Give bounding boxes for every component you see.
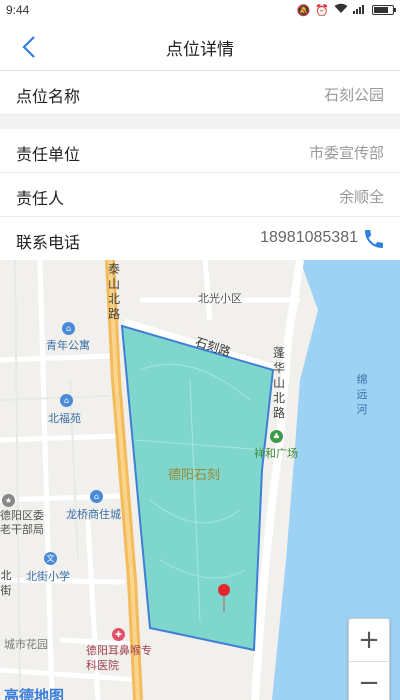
location-marker[interactable]: [218, 584, 230, 596]
contact-phone-value[interactable]: 18981085381: [260, 229, 358, 247]
map-label-hospital[interactable]: 德阳耳鼻喉专科医院: [86, 643, 152, 673]
responsible-person-row: 责任人 余顺全: [0, 173, 400, 217]
apartment-icon: ⌂: [62, 322, 75, 335]
map-label-beifu[interactable]: 北福苑: [48, 410, 81, 426]
responsible-person-label: 责任人: [16, 189, 65, 208]
zoom-out-button[interactable]: −: [349, 661, 389, 700]
park-icon: ♣: [270, 430, 283, 443]
contact-phone-label: 联系电话: [16, 233, 81, 252]
status-time: 9:44: [6, 3, 30, 17]
section-divider: [0, 115, 400, 129]
map-label-beijie-school[interactable]: 北街小学: [26, 568, 70, 584]
responsible-unit-row: 责任单位 市委宣传部: [0, 129, 400, 173]
government-icon: ★: [2, 494, 15, 507]
alarm-icon: ⏰: [315, 3, 329, 17]
nav-bar: 点位详情: [0, 22, 400, 71]
responsible-unit-label: 责任单位: [16, 145, 81, 164]
map-label-penghua-road: 蓬华山北路: [272, 346, 285, 420]
point-name-label: 点位名称: [16, 87, 81, 106]
phone-icon[interactable]: [362, 227, 386, 251]
responsible-unit-value: 市委宣传部: [308, 144, 384, 162]
map-label-chengshi: 城市花园: [4, 638, 48, 651]
point-name-row: 点位名称 石刻公园: [0, 71, 400, 115]
park-area: [120, 324, 275, 652]
map-logo: 高德地图: [4, 687, 65, 700]
wifi-icon: [334, 3, 348, 17]
map-label-taishan-road: 泰山北路: [107, 262, 120, 321]
residence-icon: ⌂: [60, 394, 73, 407]
map-label-longqiao[interactable]: 龙桥商住城: [66, 506, 121, 522]
page-title: 点位详情: [166, 40, 234, 60]
mute-icon: 🔕: [296, 3, 311, 17]
zoom-controls: + −: [348, 618, 390, 700]
mall-icon: ⌂: [90, 490, 103, 503]
map-label-bei: 北街: [0, 569, 12, 597]
map-label-deyang-cadre[interactable]: 德阳区委老干部局: [0, 509, 52, 537]
contact-phone-row: 联系电话 18981085381: [0, 217, 400, 260]
map-view[interactable]: 泰山北路 北光小区 石刻路 蓬华山北路 ⌂ 青年公寓 绵远河 ⌂ 北福苑 ♣ 祥…: [0, 260, 400, 700]
point-name-value: 石刻公园: [323, 86, 384, 104]
responsible-person-value: 余顺全: [338, 188, 384, 206]
hospital-icon: ✚: [112, 628, 125, 641]
school-icon: 文: [44, 552, 57, 565]
status-icons: 🔕 ⏰: [296, 3, 396, 17]
battery-icon: [372, 5, 396, 15]
status-bar: 9:44 🔕 ⏰: [0, 0, 400, 22]
zoom-in-button[interactable]: +: [349, 619, 389, 661]
map-label-qingnian[interactable]: 青年公寓: [46, 337, 90, 353]
map-label-beiguang: 北光小区: [198, 292, 242, 305]
map-label-xianghe[interactable]: 祥和广场: [254, 445, 298, 461]
signal-icon: [353, 4, 367, 17]
map-label-deyang-shike[interactable]: 德阳石刻: [168, 464, 220, 483]
map-label-mianyuan: 绵远河: [356, 373, 368, 416]
